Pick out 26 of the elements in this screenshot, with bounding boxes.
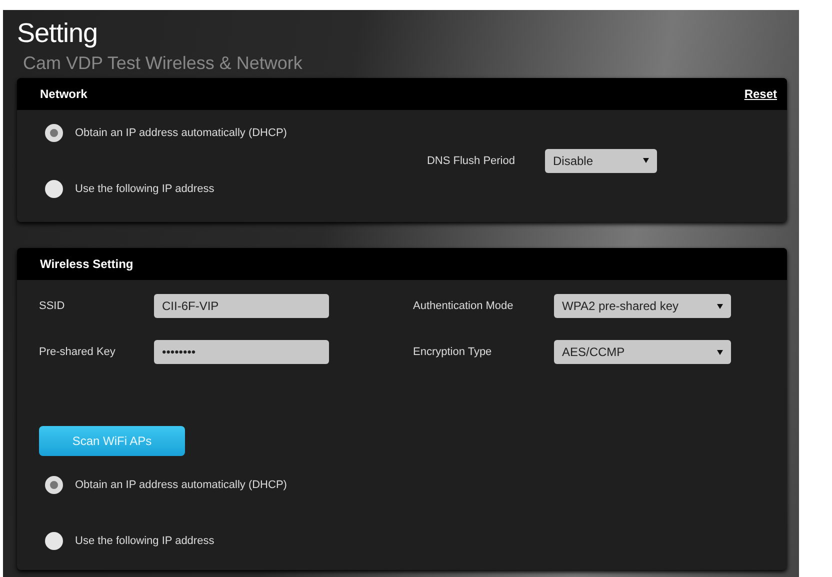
radio-button[interactable] [45, 476, 63, 494]
option-label: Obtain an IP address automatically (DHCP) [75, 479, 287, 491]
option-label: Use the following IP address [75, 535, 214, 547]
caret-icon [717, 304, 723, 308]
dropdown[interactable]: Disable [545, 148, 657, 172]
field-label: SSID [39, 300, 66, 312]
reset-link[interactable]: Reset [744, 87, 777, 101]
input-field[interactable]: •••••••• [154, 340, 329, 364]
field-label: Encryption Type [413, 346, 493, 358]
field-label: Pre-shared Key [39, 346, 116, 358]
dropdown[interactable]: WPA2 pre-shared key [554, 294, 731, 318]
page-subtitle: Cam VDP Test Wireless & Network [23, 52, 304, 74]
panel-title: Wireless Setting [40, 257, 134, 271]
option-label: Obtain an IP address automatically (DHCP) [75, 127, 287, 139]
field-label: DNS Flush Period [426, 154, 515, 166]
page-title: Setting [17, 18, 99, 48]
caret-icon [717, 350, 723, 354]
radio-button[interactable] [45, 532, 63, 550]
panel-title: Network [40, 87, 88, 101]
input-field[interactable]: CII-6F-VIP [154, 294, 329, 318]
option-label: Use the following IP address [75, 183, 214, 195]
radio-button[interactable] [45, 124, 63, 142]
dropdown[interactable]: AES/CCMP [554, 340, 731, 364]
field-label: Authentication Mode [413, 300, 514, 312]
radio-button[interactable] [45, 180, 63, 198]
caret-icon [643, 158, 649, 163]
